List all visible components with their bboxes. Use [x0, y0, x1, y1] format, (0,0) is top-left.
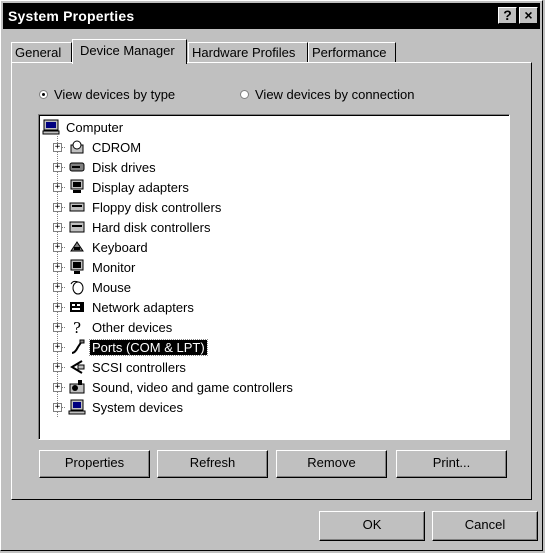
tree-item[interactable]: Network adapters — [68, 298, 196, 316]
expand-icon[interactable]: + — [53, 163, 62, 172]
monitor-icon — [68, 259, 86, 275]
display-adapter-icon — [68, 179, 86, 195]
tree-item[interactable]: Floppy disk controllers — [68, 198, 223, 216]
tree-item-label: Monitor — [92, 259, 136, 275]
ports-icon — [68, 339, 86, 355]
tab-performance[interactable]: Performance — [308, 42, 396, 63]
tree-root-computer[interactable]: Computer — [42, 118, 125, 136]
floppy-controller-icon — [68, 199, 86, 215]
tab-general[interactable]: General — [11, 42, 72, 63]
tab-device-manager[interactable]: Device Manager — [72, 39, 187, 64]
question-mark-icon: ? — [68, 319, 86, 337]
tree-item-label: Ports (COM & LPT) — [89, 338, 208, 356]
svg-text:?: ? — [73, 319, 81, 335]
window-title: System Properties — [8, 8, 135, 24]
close-button[interactable]: × — [519, 7, 538, 24]
tree-item-label: Floppy disk controllers — [92, 199, 222, 215]
expand-icon[interactable]: + — [53, 383, 62, 392]
view-by-connection-label: View devices by connection — [255, 87, 415, 102]
tree-item[interactable]: SCSI controllers — [68, 358, 188, 376]
disk-drive-icon — [68, 159, 86, 175]
tree-item[interactable]: Monitor — [68, 258, 137, 276]
tree-item[interactable]: Disk drives — [68, 158, 158, 176]
tree-item[interactable]: ? Other devices — [68, 318, 174, 337]
expand-icon[interactable]: + — [53, 403, 62, 412]
expand-icon[interactable]: + — [53, 223, 62, 232]
view-by-connection-radio[interactable]: View devices by connection — [240, 87, 414, 102]
tree-item-label: SCSI controllers — [92, 359, 186, 375]
hard-disk-controller-icon — [68, 219, 86, 235]
cdrom-icon — [68, 139, 86, 155]
tree-item[interactable]: Ports (COM & LPT) — [68, 338, 208, 356]
expand-icon[interactable]: + — [53, 343, 62, 352]
tab-hardware-profiles[interactable]: Hardware Profiles — [188, 42, 308, 63]
refresh-button[interactable]: Refresh — [157, 450, 268, 478]
tree-item-label: System devices — [92, 399, 184, 415]
properties-button[interactable]: Properties — [39, 450, 150, 478]
expand-icon[interactable]: + — [53, 363, 62, 372]
tree-item-label: CDROM — [92, 139, 142, 155]
title-bar[interactable]: System Properties ? × — [3, 3, 540, 29]
radio-selected-icon — [39, 90, 48, 99]
remove-button[interactable]: Remove — [276, 450, 387, 478]
cancel-button[interactable]: Cancel — [432, 511, 538, 541]
tree-item[interactable]: CDROM — [68, 138, 143, 156]
tree-item-label: Hard disk controllers — [92, 219, 211, 235]
keyboard-icon — [68, 239, 86, 255]
expand-icon[interactable]: + — [53, 143, 62, 152]
system-properties-window: System Properties ? × General Device Man… — [0, 0, 543, 551]
tree-item-label: Mouse — [92, 279, 132, 295]
print-button[interactable]: Print... — [396, 450, 507, 478]
tree-item[interactable]: Sound, video and game controllers — [68, 378, 295, 396]
help-button[interactable]: ? — [498, 7, 517, 24]
expand-icon[interactable]: + — [53, 243, 62, 252]
tree-item-label: Network adapters — [92, 299, 194, 315]
tree-item-label: Disk drives — [92, 159, 156, 175]
device-manager-panel: View devices by type View devices by con… — [11, 62, 532, 500]
tree-item[interactable]: Keyboard — [68, 238, 150, 256]
mouse-icon — [68, 279, 86, 295]
expand-icon[interactable]: + — [53, 303, 62, 312]
radio-unselected-icon — [240, 90, 249, 99]
tree-root-label: Computer — [66, 119, 124, 135]
tree-item-label: Display adapters — [92, 179, 189, 195]
tree-item[interactable]: Display adapters — [68, 178, 191, 196]
view-by-type-label: View devices by type — [54, 87, 176, 102]
tree-connector-line — [57, 136, 58, 417]
computer-icon — [42, 119, 60, 135]
tree-item[interactable]: System devices — [68, 398, 185, 416]
expand-icon[interactable]: + — [53, 183, 62, 192]
tree-item-label: Sound, video and game controllers — [92, 379, 293, 395]
system-device-icon — [68, 399, 86, 415]
expand-icon[interactable]: + — [53, 203, 62, 212]
tree-item-label: Other devices — [92, 319, 173, 335]
tree-item-label: Keyboard — [92, 239, 148, 255]
ok-button[interactable]: OK — [319, 511, 425, 541]
expand-icon[interactable]: + — [53, 323, 62, 332]
device-tree[interactable]: Computer + CDROM + Disk drives + Display adap… — [38, 114, 510, 440]
scsi-icon — [68, 359, 86, 375]
tree-item[interactable]: Hard disk controllers — [68, 218, 213, 236]
tree-item[interactable]: Mouse — [68, 278, 133, 296]
sound-icon — [68, 379, 86, 395]
expand-icon[interactable]: + — [53, 283, 62, 292]
network-adapter-icon — [68, 299, 86, 315]
expand-icon[interactable]: + — [53, 263, 62, 272]
view-by-type-radio[interactable]: View devices by type — [39, 87, 175, 102]
